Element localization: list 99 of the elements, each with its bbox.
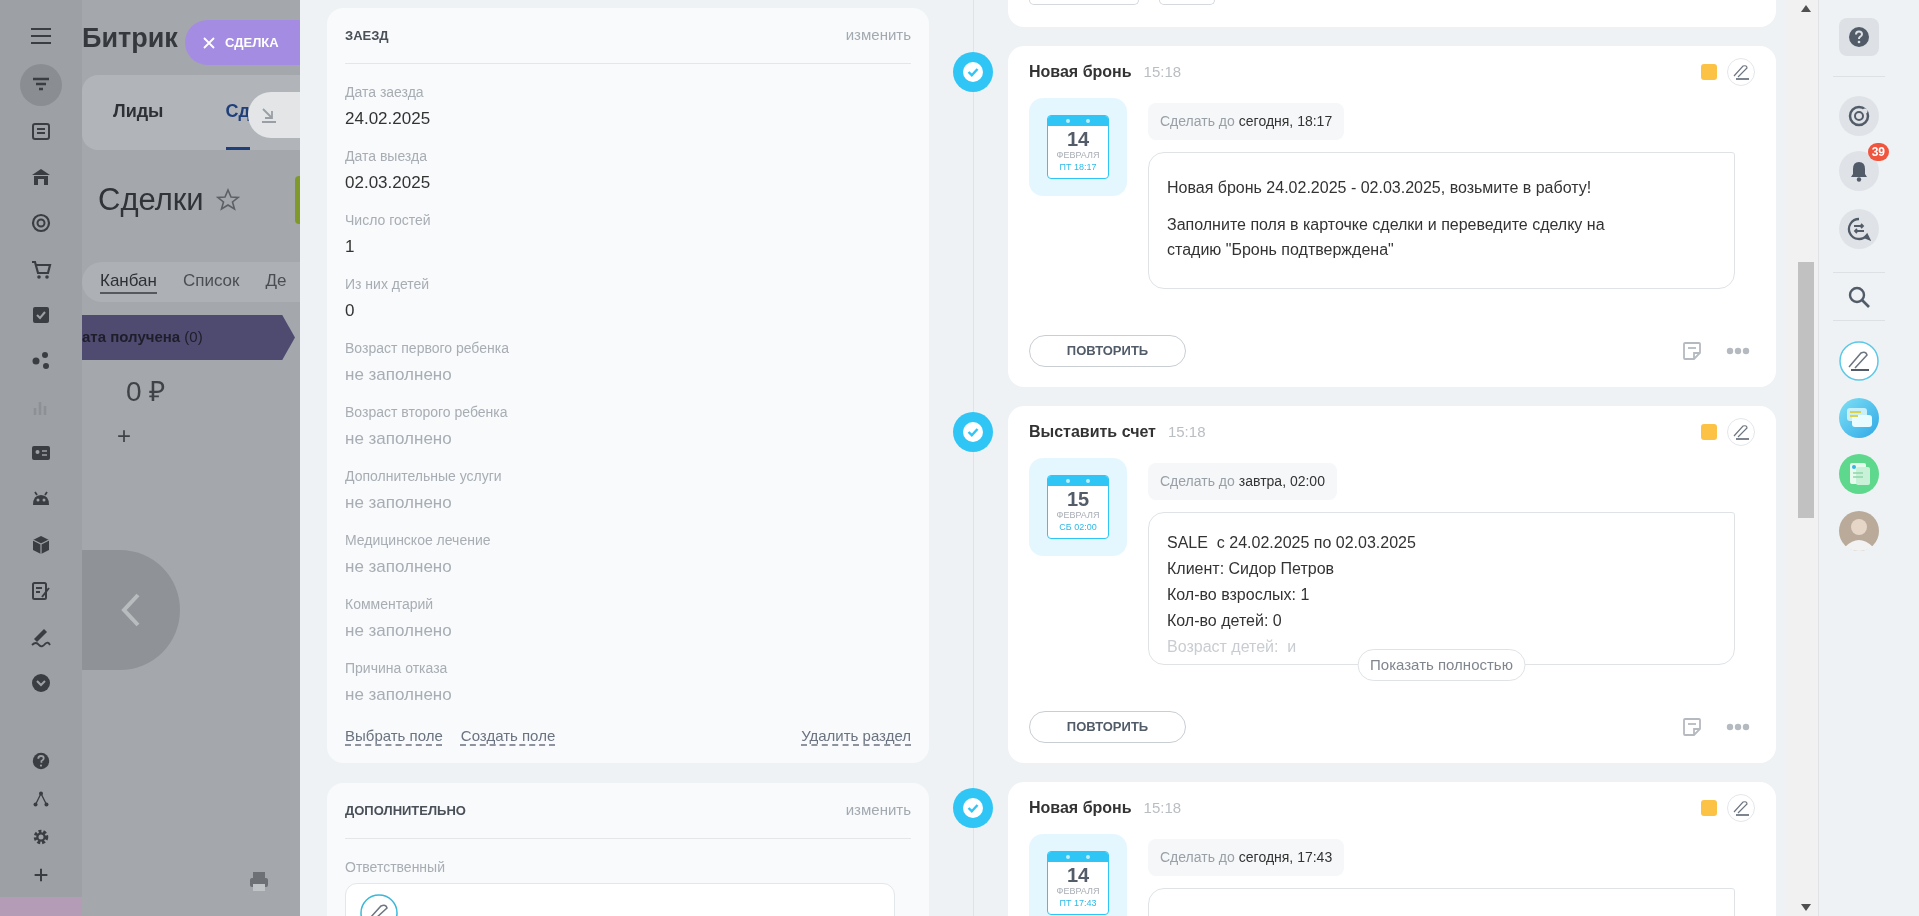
calendar-weekday-time: ПТ 17:43 [1059,897,1097,909]
calendar-month: ФЕВРАЛЯ [1056,886,1100,897]
top-tab[interactable]: Лиды [113,75,164,150]
field-label: Ответственный [345,858,446,877]
help-icon [1849,27,1869,47]
field-value: не заполнено [345,556,453,578]
field-value: 1 [345,236,356,258]
field-label: Комментарий [345,595,435,614]
minimize-button[interactable] [248,92,300,138]
star-icon[interactable] [215,188,240,212]
scroll-down-icon[interactable] [1800,904,1811,911]
view-tab[interactable]: Канбан [100,270,157,294]
view-tab[interactable]: Де [265,270,287,294]
collapse-icon [260,106,278,124]
calendar-month: ФЕВРАЛЯ [1056,510,1100,521]
close-slider-button[interactable]: СДЕЛКА [185,20,300,65]
printer-icon[interactable] [248,870,270,892]
field-value: не заполнено [345,428,453,450]
activity-title: Новая бронь [1029,62,1132,82]
search-icon[interactable] [1847,285,1871,309]
building-icon[interactable] [30,166,52,188]
field-value: не заполнено [345,684,453,706]
field-label: Возраст второго ребенка [345,403,509,422]
message-text: Заполните поля в карточке сделки и переведите сделку на стадию "Бронь подтверждена" [1167,215,1606,260]
field-value: не заполнено [345,620,453,642]
show-more-button[interactable]: Показать полностью [1357,649,1526,681]
target-icon[interactable] [30,212,52,234]
repeat-button[interactable]: ПОВТОРИТЬ [1029,711,1186,743]
deadline-chip[interactable]: Сделать до завтра, 02:00 [1148,463,1337,500]
company-logo-icon[interactable] [1839,341,1879,381]
chat-icon [1847,217,1871,241]
dots-cluster-icon[interactable] [30,350,52,372]
help-button[interactable] [1839,18,1879,56]
activity-time: 15:18 [1167,421,1206,442]
bell-icon [1849,160,1869,182]
cube-icon[interactable] [30,534,52,556]
field-label: Дата заезда [345,83,425,102]
messages-button[interactable] [1839,209,1879,249]
delete-section-link[interactable]: Удалить раздел [801,724,911,748]
field-action-link[interactable]: Выбрать поле [345,724,443,748]
field-value: не заполнено [345,492,453,514]
repeat-button[interactable]: ПОВТОРИТЬ [1029,335,1186,367]
calendar-list-icon[interactable] [30,120,52,142]
signature-icon[interactable] [30,626,52,648]
help-icon[interactable] [31,751,51,771]
section-title: ЗАЕЗД [345,26,389,45]
calendar-day: 14 [1066,128,1090,150]
field-action-link[interactable]: Создать поле [460,724,556,748]
field-label: Медицинское лечение [345,531,492,550]
notification-count: 39 [1867,143,1889,161]
close-icon [203,36,215,49]
field-value: 0 [345,300,356,322]
document-edit-icon[interactable] [30,580,52,602]
message-line: Кол-во детей: 0 [1167,611,1283,631]
chat-app-icon[interactable] [1839,398,1879,438]
page-title: Сделки [97,180,204,219]
message-text: Новая бронь 24.02.2025 - 02.03.2025, возьмите в работу! [1167,178,1593,198]
field-label: Дополнительные услуги [345,467,503,486]
field-label: Из них детей [345,275,431,294]
user-avatar[interactable] [1839,511,1879,551]
cart-icon[interactable] [30,258,52,280]
field-label: Возраст первого ребенка [345,339,510,358]
deadline-chip[interactable]: Сделать до сегодня, 17:43 [1148,839,1345,876]
view-tab[interactable]: Список [182,270,240,294]
add-deal-button[interactable]: + [82,422,142,450]
field-value: 02.03.2025 [345,172,432,194]
calendar-weekday-time: СБ 02:00 [1059,521,1097,533]
field-value: 24.02.2025 [345,108,432,130]
message-line: Клиент: Сидор Петров [1167,559,1336,579]
calendar-day: 14 [1066,864,1090,886]
stage-sum: 0 ₽ [125,375,167,409]
menu-icon[interactable] [30,27,52,45]
check-icon[interactable] [953,412,993,452]
activity-time: 15:18 [1143,61,1182,82]
field-label: Число гостей [345,211,432,230]
settings-icon[interactable] [31,827,51,847]
field-value: не заполнено [345,364,453,386]
scrollbar-thumb[interactable] [1797,262,1814,518]
check-icon[interactable] [953,788,993,828]
deadline-chip[interactable]: Сделать до сегодня, 18:17 [1148,103,1345,140]
checkbox-icon[interactable] [30,304,52,326]
message-line: Кол-во взрослых: 1 [1167,585,1311,605]
chevron-left-icon [121,593,141,627]
field-label: Дата выезда [345,147,428,166]
swirl-icon [1848,105,1870,127]
network-icon[interactable] [31,789,51,809]
app-logo[interactable]: Битрик [82,22,178,54]
activity-title: Новая бронь [1029,798,1132,818]
section-title: ДОПОЛНИТЕЛЬНО [345,801,466,820]
field-label: Причина отказа [345,659,449,678]
calendar-weekday-time: ПТ 18:17 [1059,161,1097,173]
chevron-down-circle-icon[interactable] [30,672,52,694]
scroll-up-icon[interactable] [1800,5,1811,12]
message-line: SALE с 24.02.2025 по 02.03.2025 [1167,533,1417,553]
activity-title: Выставить счет [1029,422,1156,442]
check-icon[interactable] [953,52,993,92]
activity-time: 15:18 [1143,797,1182,818]
calendar-day: 15 [1066,488,1090,510]
calendar-month: ФЕВРАЛЯ [1056,150,1100,161]
